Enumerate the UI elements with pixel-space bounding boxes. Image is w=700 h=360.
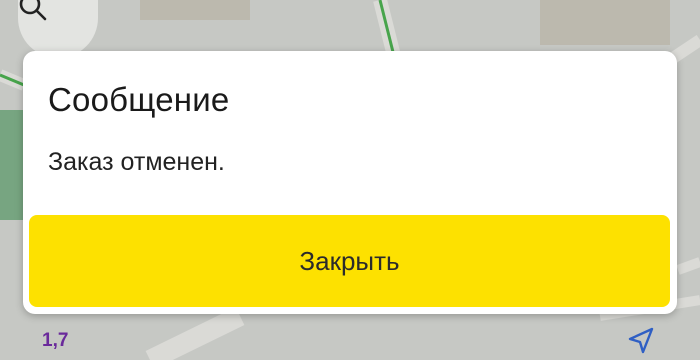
- map-scale-label: 1,7: [42, 330, 69, 351]
- message-dialog: Сообщение Заказ отменен. Закрыть: [23, 51, 677, 314]
- dialog-message: Заказ отменен.: [48, 148, 225, 176]
- close-button[interactable]: Закрыть: [29, 215, 670, 307]
- dialog-title: Сообщение: [48, 81, 230, 118]
